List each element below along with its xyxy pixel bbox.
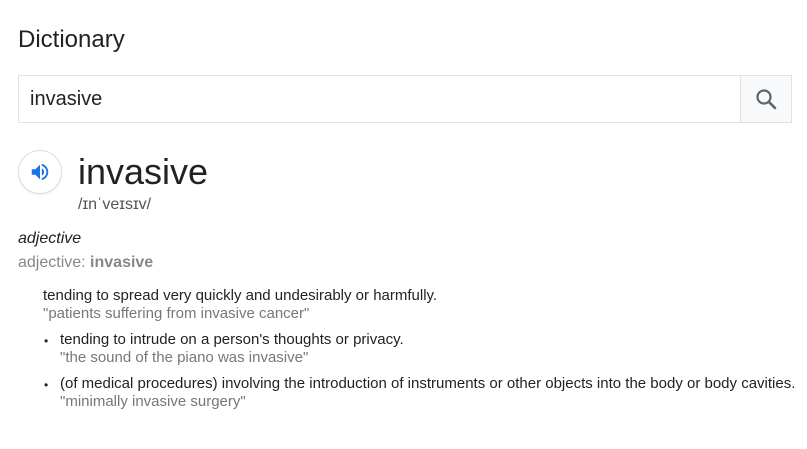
- page-title: Dictionary: [18, 26, 125, 53]
- sub-definition-item: tending to intrude on a person's thought…: [43, 331, 798, 367]
- word-form-label: adjective:: [18, 254, 91, 271]
- phonetic-spelling: /ɪnˈveɪsɪv/: [78, 196, 152, 213]
- headword: invasive: [78, 151, 209, 192]
- example-sentence: "patients suffering from invasive cancer…: [43, 305, 310, 322]
- search-button[interactable]: [740, 76, 791, 122]
- search-bar: [18, 75, 792, 123]
- pronunciation-audio-button[interactable]: [18, 150, 62, 194]
- definition-item: tending to spread very quickly and undes…: [43, 287, 798, 323]
- speaker-icon: [31, 163, 49, 181]
- word-form-value: invasive: [90, 254, 154, 271]
- definition-text: tending to spread very quickly and undes…: [43, 287, 438, 304]
- definition-text: (of medical procedures) involving the in…: [60, 375, 796, 392]
- example-sentence: "minimally invasive surgery": [60, 393, 246, 410]
- example-sentence: "the sound of the piano was invasive": [60, 349, 309, 366]
- part-of-speech: adjective: [18, 230, 82, 247]
- definitions-list: tending to spread very quickly and undes…: [43, 287, 798, 411]
- sub-definition-item: (of medical procedures) involving the in…: [43, 375, 798, 411]
- word-form: adjective: invasive: [18, 253, 153, 273]
- search-input[interactable]: [19, 76, 740, 122]
- search-icon: [756, 89, 777, 110]
- definition-text: tending to intrude on a person's thought…: [60, 331, 404, 348]
